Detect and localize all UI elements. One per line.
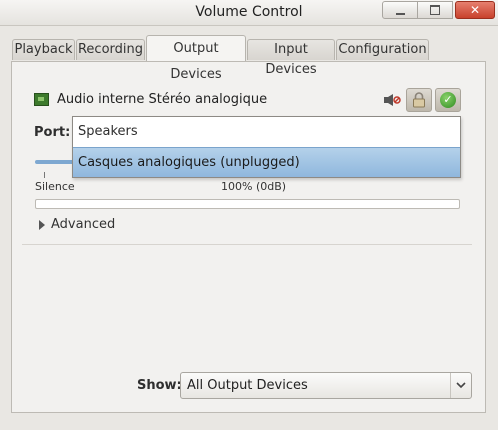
device-name: Audio interne Stéréo analogique: [57, 92, 268, 107]
port-label: Port:: [34, 125, 71, 140]
show-filter-value: All Output Devices: [187, 378, 308, 393]
port-option-speakers[interactable]: Speakers: [73, 117, 460, 147]
tab-playback[interactable]: Playback: [12, 39, 75, 60]
sound-card-icon: [34, 93, 49, 106]
mute-speaker-icon[interactable]: [383, 93, 401, 107]
set-default-button[interactable]: ✓: [435, 88, 461, 112]
volume-slider[interactable]: [35, 160, 75, 164]
volume-level-label: 100% (0dB): [221, 180, 287, 193]
tab-output-devices[interactable]: Output Devices: [146, 35, 246, 82]
show-filter-select[interactable]: All Output Devices: [180, 372, 472, 399]
minimize-icon: [395, 13, 405, 15]
separator: [22, 244, 472, 245]
title-bar: Volume Control ✕: [0, 0, 498, 26]
maximize-button[interactable]: [418, 1, 453, 19]
close-icon: ✕: [469, 3, 481, 17]
tab-panel: [11, 61, 486, 413]
expander-arrow-icon[interactable]: [39, 220, 45, 230]
lock-icon: [413, 92, 425, 108]
port-option-headphones[interactable]: Casques analogiques (unplugged): [73, 147, 460, 177]
check-circle-icon: ✓: [440, 92, 456, 108]
advanced-expander[interactable]: Advanced: [51, 217, 115, 232]
silence-label: Silence: [35, 180, 75, 193]
peak-meter: [35, 199, 460, 209]
maximize-icon: [430, 5, 440, 15]
close-button[interactable]: ✕: [455, 1, 495, 19]
port-dropdown-list: Speakers Casques analogiques (unplugged): [72, 116, 461, 178]
chevron-down-icon[interactable]: [450, 373, 471, 398]
show-label: Show:: [137, 378, 182, 393]
tab-input-devices[interactable]: Input Devices: [247, 39, 335, 77]
minimize-button[interactable]: [382, 1, 418, 19]
lock-channels-button[interactable]: [406, 88, 432, 112]
tab-configuration[interactable]: Configuration: [336, 39, 429, 60]
tab-recording[interactable]: Recording: [76, 39, 145, 60]
slider-tick: [44, 172, 45, 178]
